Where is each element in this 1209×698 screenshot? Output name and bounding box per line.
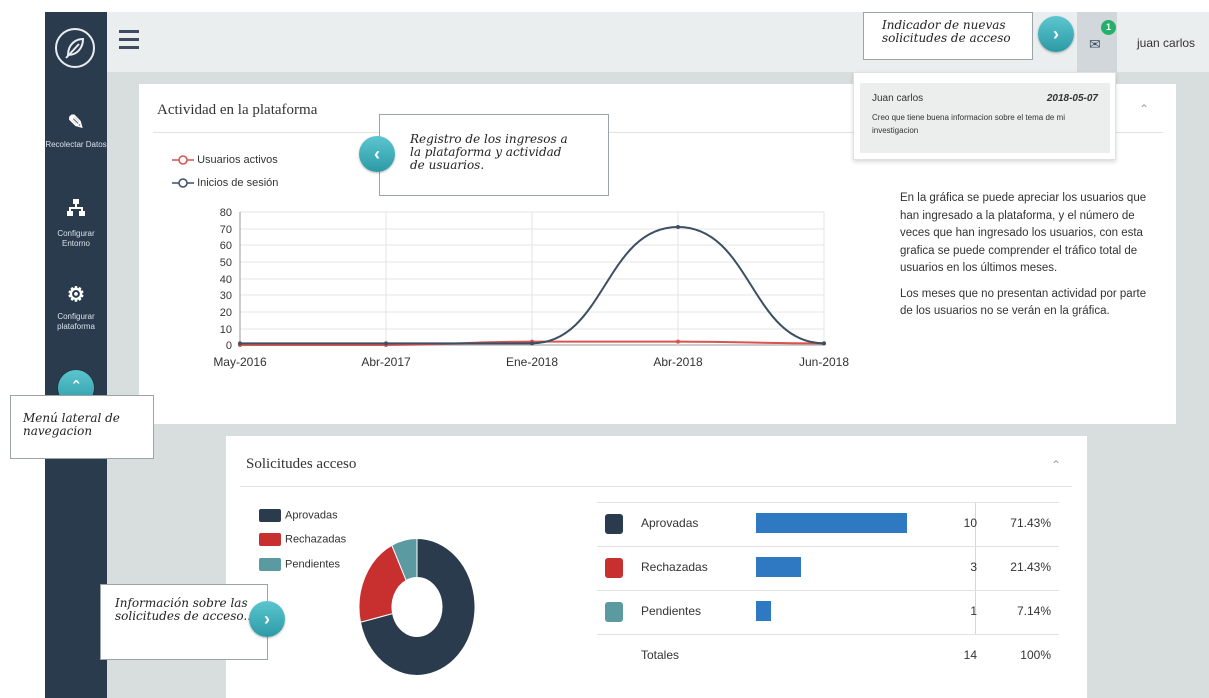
panel-title: Solicitudes acceso [246,456,357,472]
collapse-requests-icon[interactable]: ⌃ [1051,458,1061,472]
legend-swatch [259,533,281,546]
callout-arrow-left-button[interactable]: ‹ [359,136,395,172]
data-point [676,339,680,344]
x-tick-label: Jun-2018 [799,355,849,369]
table-row: Aprovadas 10 71.43% [597,502,1059,546]
chart-description: En la gráfica se puede apreciar los usua… [900,190,1150,329]
callout-registro: Registro de los ingresos a la plataforma… [379,114,609,196]
row-color-swatch [605,602,623,622]
data-point [238,341,242,346]
x-tick-label: Abr-2017 [361,355,411,369]
legend-label: Rechazadas [285,533,347,546]
legend-label: Aprovadas [285,509,338,522]
table-row: Rechazadas 3 21.43% [597,546,1059,590]
callout-arrow-right-button[interactable]: › [249,601,285,637]
callout-info: Información sobre las solicitudes de acc… [100,584,268,660]
legend-label: Pendientes [285,558,341,571]
totals-label: Totales [641,648,680,662]
row-color-swatch [605,558,623,578]
table-totals-row: Totales 14 100% [597,634,1059,678]
callout-menu: Menú lateral de navegacion [10,395,154,459]
y-tick-label: 30 [220,290,232,302]
row-count: 1 [970,604,977,618]
row-label: Pendientes [641,604,702,618]
y-tick-label: 10 [220,324,232,336]
data-point [384,341,388,346]
requests-donut-chart [358,538,476,676]
y-tick-label: 60 [220,240,232,252]
row-color-swatch [605,514,623,534]
legend-swatch [259,509,281,522]
divider [240,486,1072,487]
notification-date: 2018-05-07 [1046,93,1098,104]
donut-legend-item[interactable]: Rechazadas [259,533,346,546]
y-tick-label: 70 [220,224,232,236]
description-paragraph: En la gráfica se puede apreciar los usua… [900,192,1147,274]
y-tick-label: 20 [220,307,232,319]
totals-percent: 100% [1020,648,1051,662]
data-point [822,341,826,346]
row-count: 3 [970,560,977,574]
row-percent: 71.43% [1010,516,1051,530]
chevron-left-icon: ‹ [374,144,380,164]
donut-legend-item[interactable]: Pendientes [259,558,340,571]
notification-message: Creo que tiene buena informacion sobre e… [872,113,1065,135]
row-label: Aprovadas [641,516,699,530]
notification-dropdown: Juan carlos 2018-05-07 Creo que tiene bu… [853,72,1116,160]
x-tick-label: Ene-2018 [506,355,558,369]
x-tick-label: Abr-2018 [653,355,703,369]
row-bar [756,557,801,577]
data-point [676,224,680,229]
row-bar [756,601,771,621]
row-percent: 7.14% [1016,604,1051,618]
callout-text: Registro de los ingresos a la plataforma… [410,132,568,172]
row-bar [756,513,907,533]
y-tick-label: 50 [220,257,232,269]
callout-arrow-right-button[interactable]: › [1038,16,1074,52]
callout-text: Indicador de nuevas solicitudes de acces… [882,18,1011,45]
notification-item[interactable]: Juan carlos 2018-05-07 Creo que tiene bu… [860,83,1110,153]
chevron-right-icon: › [1053,24,1059,44]
row-percent: 21.43% [1010,560,1051,574]
y-tick-label: 80 [220,207,232,219]
legend-swatch [259,558,281,571]
data-point [530,341,534,346]
x-tick-label: May-2016 [213,355,267,369]
notification-sender: Juan carlos [872,93,924,104]
y-tick-label: 40 [220,274,232,286]
y-tick-label: 0 [226,340,232,352]
callout-notifications: Indicador de nuevas solicitudes de acces… [863,12,1033,60]
description-paragraph: Los meses que no presentan actividad por… [900,287,1147,318]
row-count: 10 [963,516,977,530]
donut-legend-item[interactable]: Aprovadas [259,509,338,522]
chevron-right-icon: › [264,609,270,629]
table-row: Pendientes 1 7.14% [597,590,1059,634]
callout-text: Información sobre las solicitudes de acc… [115,596,252,623]
totals-count: 14 [963,648,977,662]
row-label: Rechazadas [641,560,708,574]
callout-text: Menú lateral de navegacion [23,411,120,438]
